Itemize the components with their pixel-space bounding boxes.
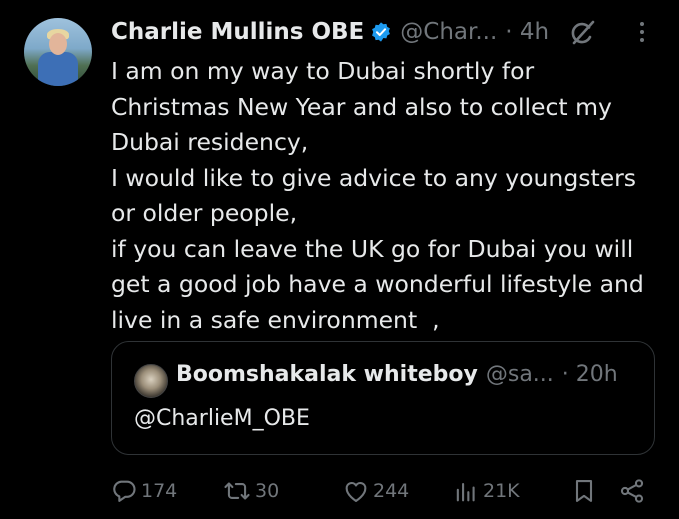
- action-bar: 174 30 244 21K: [110, 474, 650, 508]
- tweet-header: Charlie Mullins OBE @Char... · 4h: [111, 12, 549, 52]
- quoted-tweet-header: Boomshakalak whiteboy @sa... · 20h: [176, 362, 618, 387]
- quoted-tweet-timestamp: · 20h: [561, 362, 618, 387]
- views-icon: [452, 477, 480, 505]
- reply-button[interactable]: 174: [110, 474, 177, 508]
- bookmark-icon: [570, 477, 598, 505]
- quoted-author-avatar[interactable]: [134, 364, 168, 398]
- quoted-author-name: Boomshakalak whiteboy: [176, 362, 478, 387]
- author-name[interactable]: Charlie Mullins OBE: [111, 19, 364, 45]
- views-button[interactable]: 21K: [452, 474, 520, 508]
- tweet-timestamp[interactable]: · 4h: [505, 19, 549, 45]
- quoted-author-handle: @sa...: [485, 362, 554, 387]
- bookmark-button[interactable]: [570, 474, 598, 508]
- like-icon: [342, 477, 370, 505]
- verified-badge-icon: [370, 21, 392, 43]
- repost-button[interactable]: 30: [222, 474, 279, 508]
- reply-count: 174: [141, 480, 178, 502]
- repost-count: 30: [255, 480, 280, 502]
- like-count: 244: [373, 480, 410, 502]
- tweet-text: I am on my way to Dubai shortly for Chri…: [111, 57, 644, 334]
- views-count: 21K: [483, 480, 520, 502]
- author-handle[interactable]: @Char...: [400, 19, 497, 45]
- quoted-tweet-text: @CharlieM_OBE: [134, 406, 310, 431]
- repost-icon: [222, 477, 252, 505]
- quoted-tweet[interactable]: Boomshakalak whiteboy @sa... · 20h @Char…: [111, 341, 655, 455]
- grok-icon[interactable]: [566, 17, 598, 49]
- more-icon[interactable]: [630, 18, 654, 48]
- share-icon: [618, 477, 646, 505]
- share-button[interactable]: [618, 474, 646, 508]
- reply-icon: [110, 477, 138, 505]
- like-button[interactable]: 244: [342, 474, 409, 508]
- author-avatar[interactable]: [24, 18, 92, 86]
